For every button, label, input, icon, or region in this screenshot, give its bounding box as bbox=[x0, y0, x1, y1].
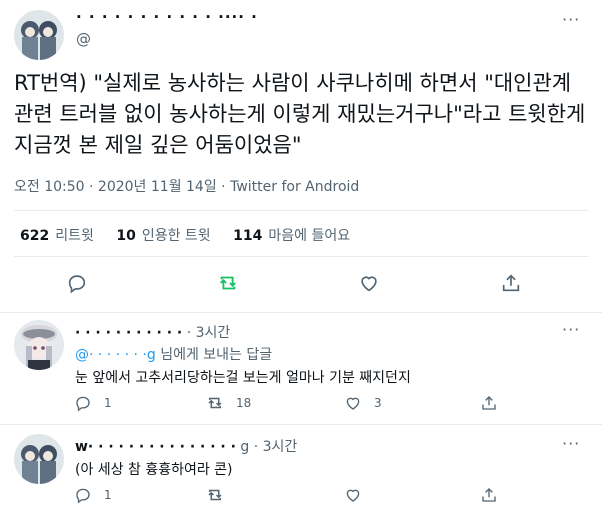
like-count: 3 bbox=[374, 396, 382, 410]
reply-icon bbox=[66, 272, 88, 294]
like-button[interactable] bbox=[344, 486, 362, 504]
reply-header: w· · · · · · · · · · · · · · · g · 3시간 bbox=[75, 436, 297, 456]
replying-to: @· · · · · · ·g 님에게 보내는 답글 bbox=[75, 344, 272, 364]
retweet-icon bbox=[217, 272, 239, 294]
share-icon bbox=[480, 394, 498, 412]
tweet-text: RT번역) "실제로 농사하는 사람이 사쿠나히메 하면서 "대인관계 관련 트… bbox=[14, 71, 593, 157]
retweet-count: 18 bbox=[236, 396, 252, 410]
replying-to-label: 님에게 보내는 답글 bbox=[160, 347, 273, 363]
tweet-stats: 622 리트윗 10 인용한 트윗 114 마음에 들어요 bbox=[20, 225, 368, 245]
retweet-icon bbox=[206, 486, 224, 504]
share-button[interactable] bbox=[480, 394, 498, 412]
reply-icon bbox=[74, 486, 92, 504]
likes-stat[interactable]: 114 마음에 들어요 bbox=[233, 228, 350, 244]
divider bbox=[14, 210, 589, 211]
divider bbox=[14, 256, 589, 257]
reply-time[interactable]: · 3시간 bbox=[187, 325, 231, 341]
tweet-meta: 오전 10:50 · 2020년 11월 14일 · Twitter for A… bbox=[14, 176, 359, 196]
reply-header: · · · · · · · · · · · · 3시간 bbox=[75, 322, 230, 342]
retweet-button[interactable] bbox=[217, 272, 239, 294]
author-name[interactable]: · · · · · · · · · · · ···· · bbox=[76, 8, 258, 26]
tweet-date[interactable]: 2020년 11월 14일 bbox=[98, 179, 217, 195]
like-icon bbox=[344, 486, 362, 504]
meta-separator: · bbox=[216, 179, 231, 195]
reply-tweet[interactable]: · · · · · · · · · · · · 3시간 ··· @· · · ·… bbox=[0, 312, 602, 424]
reply-mention[interactable]: @· · · · · · ·g bbox=[75, 347, 156, 363]
meta-separator: · bbox=[84, 179, 98, 195]
likes-label: 마음에 들어요 bbox=[268, 228, 351, 244]
retweet-button[interactable] bbox=[206, 486, 224, 504]
reply-button[interactable]: 1 bbox=[74, 486, 112, 504]
reply-author-name[interactable]: w· · · · · · · · · · · · · · · bbox=[75, 439, 236, 455]
quotes-label: 인용한 트윗 bbox=[141, 228, 211, 244]
reply-count: 1 bbox=[104, 488, 112, 502]
retweet-icon bbox=[206, 394, 224, 412]
reply-avatar[interactable] bbox=[14, 434, 64, 484]
share-button[interactable] bbox=[480, 486, 498, 504]
reply-button[interactable]: 1 bbox=[74, 394, 112, 412]
likes-count: 114 bbox=[233, 228, 263, 244]
reply-button[interactable] bbox=[66, 272, 88, 294]
tweet-time[interactable]: 오전 10:50 bbox=[14, 179, 85, 195]
retweets-count: 622 bbox=[20, 228, 50, 244]
author-handle[interactable]: @ bbox=[76, 30, 91, 48]
quotes-stat[interactable]: 10 인용한 트윗 bbox=[116, 228, 210, 244]
more-options-icon[interactable]: ··· bbox=[562, 12, 580, 28]
more-options-icon[interactable]: ··· bbox=[562, 322, 580, 338]
like-icon bbox=[358, 272, 380, 294]
reply-avatar[interactable] bbox=[14, 320, 64, 370]
author-avatar[interactable] bbox=[14, 10, 64, 60]
reply-tweet[interactable]: w· · · · · · · · · · · · · · · g · 3시간 ·… bbox=[0, 424, 602, 518]
like-button[interactable] bbox=[358, 272, 380, 294]
reply-time[interactable]: g · 3시간 bbox=[240, 439, 297, 455]
share-button[interactable] bbox=[500, 272, 522, 294]
reply-icon bbox=[74, 394, 92, 412]
retweet-button[interactable]: 18 bbox=[206, 394, 251, 412]
reply-author-name[interactable]: · · · · · · · · · · · bbox=[75, 325, 182, 341]
reply-count: 1 bbox=[104, 396, 112, 410]
like-icon bbox=[344, 394, 362, 412]
quotes-count: 10 bbox=[116, 228, 136, 244]
reply-text: (아 세상 참 흉흉하여라 콘) bbox=[75, 462, 233, 478]
tweet-source[interactable]: Twitter for Android bbox=[230, 179, 359, 195]
retweets-stat[interactable]: 622 리트윗 bbox=[20, 228, 94, 244]
reply-text: 눈 앞에서 고추서리당하는걸 보는게 얼마나 기분 째지던지 bbox=[75, 370, 411, 386]
retweets-label: 리트윗 bbox=[55, 228, 94, 244]
share-icon bbox=[480, 486, 498, 504]
more-options-icon[interactable]: ··· bbox=[562, 436, 580, 452]
like-button[interactable]: 3 bbox=[344, 394, 382, 412]
share-icon bbox=[500, 272, 522, 294]
